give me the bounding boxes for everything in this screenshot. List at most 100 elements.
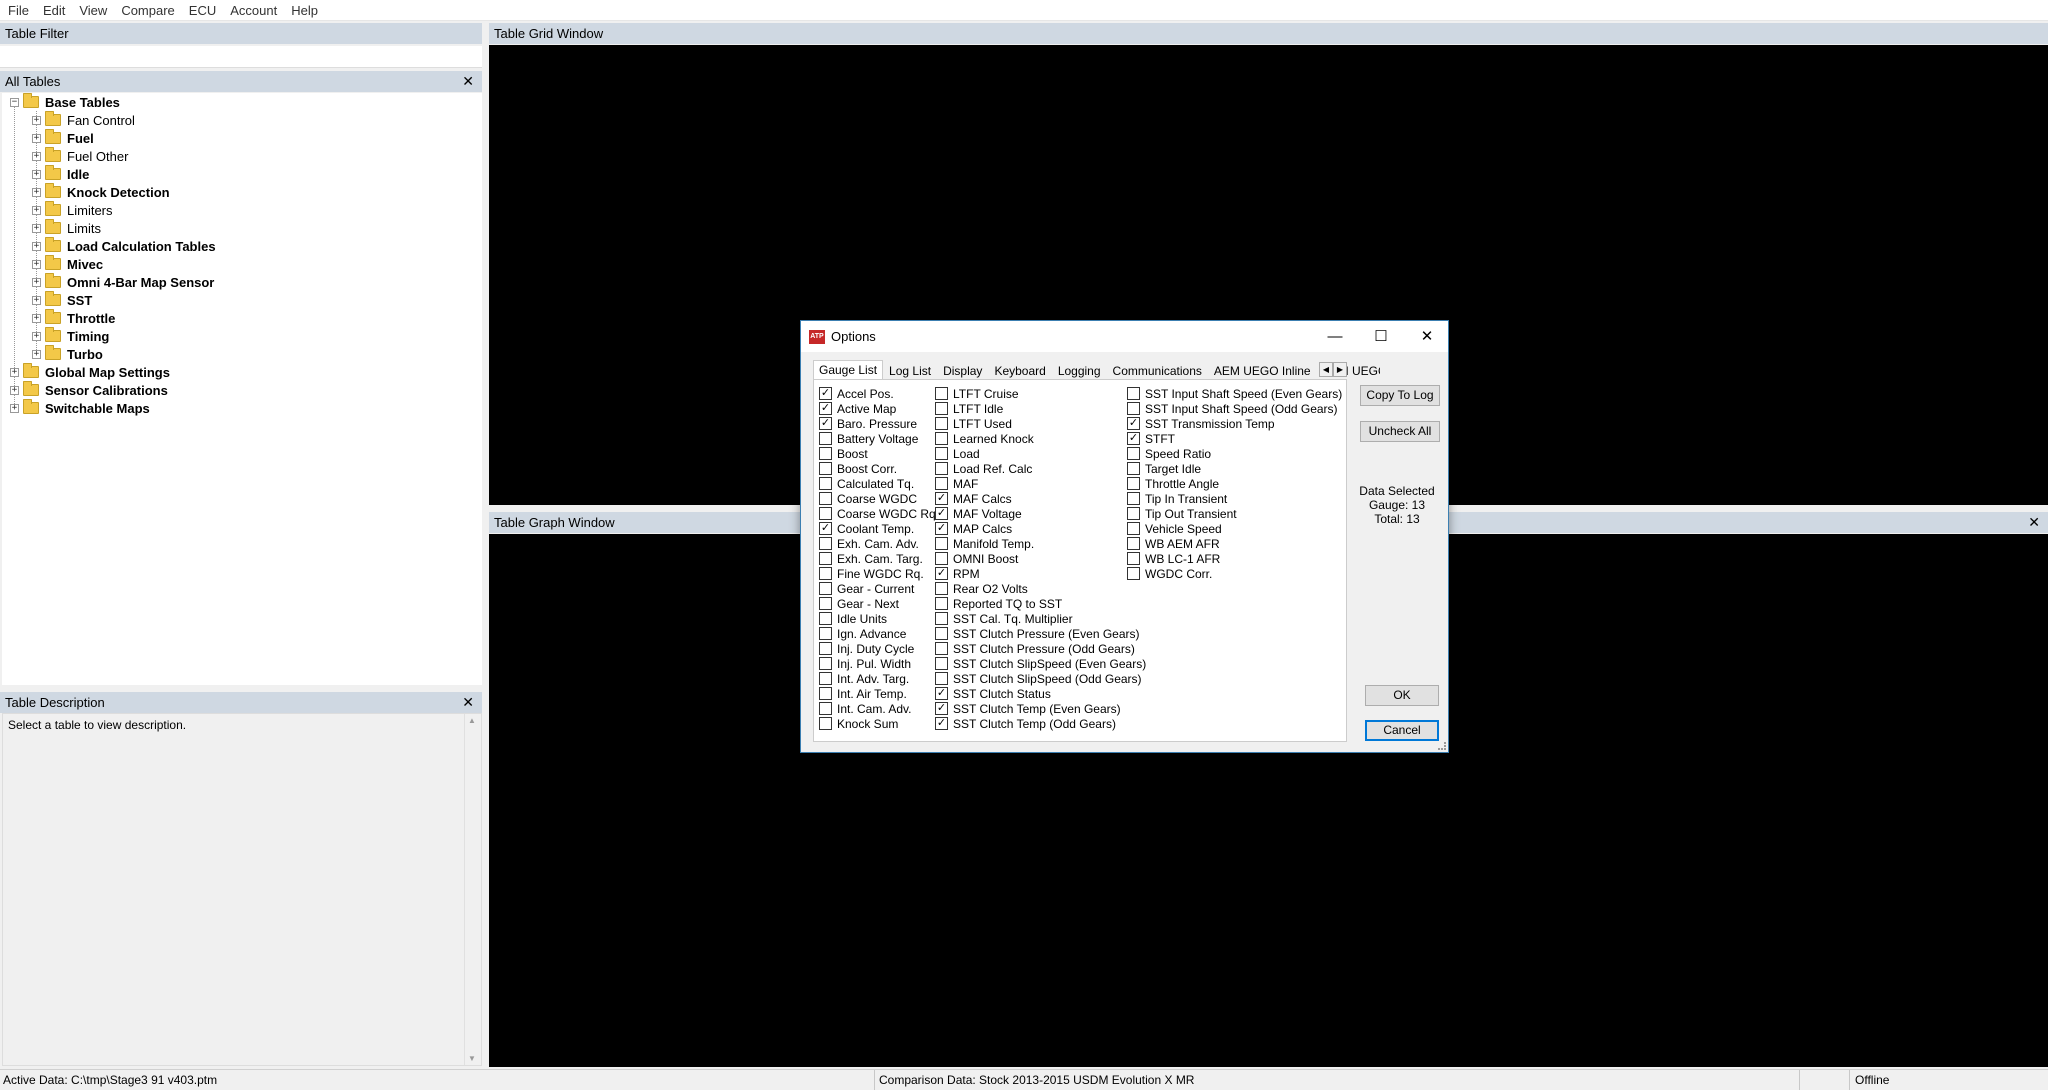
gauge-checkbox-item[interactable]: Coarse WGDC Rq. <box>819 506 939 521</box>
checkbox-unchecked[interactable] <box>819 462 832 475</box>
maximize-icon[interactable]: ☐ <box>1358 321 1404 352</box>
checkbox-unchecked[interactable] <box>935 432 948 445</box>
checkbox-unchecked[interactable] <box>935 447 948 460</box>
scroll-up-icon[interactable]: ▲ <box>468 716 476 725</box>
expand-icon[interactable]: + <box>32 259 41 269</box>
gauge-checkbox-item[interactable]: ✓ MAF Voltage <box>935 506 1022 521</box>
expand-icon[interactable]: + <box>32 169 41 179</box>
checkbox-checked[interactable]: ✓ <box>935 567 948 580</box>
menu-compare[interactable]: Compare <box>121 3 174 18</box>
checkbox-unchecked[interactable] <box>819 642 832 655</box>
checkbox-checked[interactable]: ✓ <box>935 717 948 730</box>
expand-icon[interactable]: + <box>32 133 41 143</box>
gauge-checkbox-item[interactable]: ✓ Active Map <box>819 401 896 416</box>
checkbox-unchecked[interactable] <box>935 627 948 640</box>
gauge-checkbox-item[interactable]: Vehicle Speed <box>1127 521 1222 536</box>
gauge-checkbox-item[interactable]: Gear - Current <box>819 581 914 596</box>
checkbox-unchecked[interactable] <box>1127 492 1140 505</box>
gauge-checkbox-item[interactable]: Idle Units <box>819 611 887 626</box>
tree-item[interactable]: + SST <box>32 291 92 309</box>
gauge-checkbox-item[interactable]: Exh. Cam. Targ. <box>819 551 923 566</box>
checkbox-unchecked[interactable] <box>935 582 948 595</box>
tree-item[interactable]: + Mivec <box>32 255 103 273</box>
gauge-checkbox-item[interactable]: LTFT Idle <box>935 401 1003 416</box>
tree-item[interactable]: + Knock Detection <box>32 183 170 201</box>
gauge-checkbox-item[interactable]: ✓ SST Clutch Temp (Even Gears) <box>935 701 1121 716</box>
gauge-checkbox-item[interactable]: Rear O2 Volts <box>935 581 1028 596</box>
gauge-checkbox-item[interactable]: Calculated Tq. <box>819 476 914 491</box>
gauge-checkbox-item[interactable]: ✓ Accel Pos. <box>819 386 894 401</box>
table-filter-input[interactable] <box>0 46 482 68</box>
uncheck-all-button[interactable]: Uncheck All <box>1360 421 1440 442</box>
checkbox-unchecked[interactable] <box>819 447 832 460</box>
gauge-checkbox-item[interactable]: ✓ Baro. Pressure <box>819 416 917 431</box>
gauge-checkbox-item[interactable]: ✓ SST Transmission Temp <box>1127 416 1275 431</box>
checkbox-unchecked[interactable] <box>819 477 832 490</box>
checkbox-unchecked[interactable] <box>935 537 948 550</box>
checkbox-unchecked[interactable] <box>1127 447 1140 460</box>
gauge-checkbox-item[interactable]: Ign. Advance <box>819 626 906 641</box>
gauge-checkbox-item[interactable]: Load <box>935 446 980 461</box>
checkbox-checked[interactable]: ✓ <box>935 492 948 505</box>
gauge-checkbox-item[interactable]: Gear - Next <box>819 596 899 611</box>
gauge-checkbox-item[interactable]: ✓ SST Clutch Temp (Odd Gears) <box>935 716 1116 731</box>
checkbox-checked[interactable]: ✓ <box>1127 417 1140 430</box>
gauge-checkbox-item[interactable]: OMNI Boost <box>935 551 1018 566</box>
resize-grip-icon[interactable] <box>1438 742 1446 750</box>
expand-icon[interactable]: + <box>32 115 41 125</box>
checkbox-unchecked[interactable] <box>935 597 948 610</box>
dialog-titlebar[interactable]: ATP Options — ☐ ✕ <box>801 321 1448 352</box>
checkbox-unchecked[interactable] <box>1127 402 1140 415</box>
menu-help[interactable]: Help <box>291 3 318 18</box>
gauge-checkbox-item[interactable]: ✓ Coolant Temp. <box>819 521 914 536</box>
tree-item[interactable]: + Throttle <box>32 309 115 327</box>
minimize-icon[interactable]: — <box>1312 321 1358 352</box>
tree-item[interactable]: + Omni 4-Bar Map Sensor <box>32 273 214 291</box>
expand-icon[interactable]: + <box>32 241 41 251</box>
gauge-checkbox-item[interactable]: SST Clutch SlipSpeed (Even Gears) <box>935 656 1146 671</box>
checkbox-unchecked[interactable] <box>935 657 948 670</box>
checkbox-unchecked[interactable] <box>935 417 948 430</box>
checkbox-unchecked[interactable] <box>1127 522 1140 535</box>
checkbox-unchecked[interactable] <box>1127 477 1140 490</box>
gauge-checkbox-item[interactable]: ✓ MAF Calcs <box>935 491 1012 506</box>
checkbox-checked[interactable]: ✓ <box>935 507 948 520</box>
gauge-checkbox-item[interactable]: Inj. Duty Cycle <box>819 641 914 656</box>
checkbox-unchecked[interactable] <box>819 687 832 700</box>
expand-icon[interactable]: + <box>10 367 19 377</box>
tab-aem-uego-inline[interactable]: AEM UEGO Inline <box>1208 362 1317 380</box>
tab-logging[interactable]: Logging <box>1052 362 1107 380</box>
checkbox-unchecked[interactable] <box>935 462 948 475</box>
tree-item[interactable]: − Base Tables <box>10 93 120 111</box>
checkbox-checked[interactable]: ✓ <box>935 687 948 700</box>
expand-icon[interactable]: + <box>32 187 41 197</box>
checkbox-checked[interactable]: ✓ <box>1127 432 1140 445</box>
menu-edit[interactable]: Edit <box>43 3 65 18</box>
tree-item[interactable]: + Limiters <box>32 201 113 219</box>
checkbox-unchecked[interactable] <box>1127 537 1140 550</box>
gauge-checkbox-item[interactable]: Learned Knock <box>935 431 1034 446</box>
checkbox-unchecked[interactable] <box>819 567 832 580</box>
gauge-checkbox-item[interactable]: LTFT Used <box>935 416 1012 431</box>
checkbox-unchecked[interactable] <box>819 657 832 670</box>
expand-icon[interactable]: + <box>32 295 41 305</box>
expand-icon[interactable]: + <box>32 313 41 323</box>
checkbox-checked[interactable]: ✓ <box>819 417 832 430</box>
gauge-checkbox-item[interactable]: WB LC-1 AFR <box>1127 551 1220 566</box>
tab-log-list[interactable]: Log List <box>883 362 937 380</box>
expand-icon[interactable]: + <box>32 205 41 215</box>
description-scrollbar[interactable]: ▲ ▼ <box>464 714 481 1065</box>
checkbox-unchecked[interactable] <box>819 717 832 730</box>
graph-window-close-icon[interactable]: ✕ <box>2028 512 2040 533</box>
tree-item[interactable]: + Fuel <box>32 129 94 147</box>
gauge-checkbox-item[interactable]: Int. Cam. Adv. <box>819 701 911 716</box>
checkbox-unchecked[interactable] <box>1127 507 1140 520</box>
checkbox-unchecked[interactable] <box>1127 387 1140 400</box>
gauge-checkbox-item[interactable]: LTFT Cruise <box>935 386 1019 401</box>
tree-item[interactable]: + Limits <box>32 219 101 237</box>
copy-to-log-button[interactable]: Copy To Log <box>1360 385 1440 406</box>
checkbox-unchecked[interactable] <box>935 612 948 625</box>
gauge-checkbox-item[interactable]: Tip Out Transient <box>1127 506 1237 521</box>
checkbox-unchecked[interactable] <box>819 702 832 715</box>
checkbox-checked[interactable]: ✓ <box>819 402 832 415</box>
